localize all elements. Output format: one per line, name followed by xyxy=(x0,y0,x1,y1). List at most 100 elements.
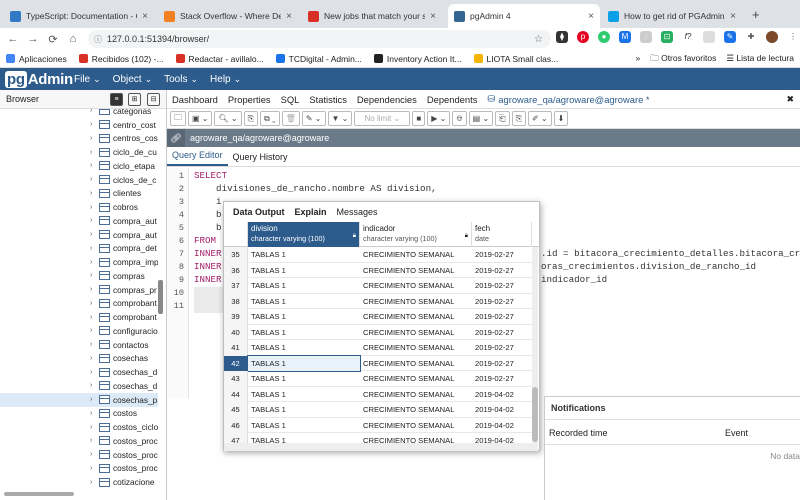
tree-horizontal-scrollbar[interactable] xyxy=(4,492,74,496)
extension-icon[interactable]: ⊡ xyxy=(661,31,673,43)
reload-icon[interactable]: ⟳ xyxy=(44,33,62,46)
cell-fecha[interactable]: 2019-02-27 xyxy=(475,312,531,321)
open-file-icon[interactable]: 🗀 xyxy=(170,111,186,126)
database-icon[interactable]: ≡ xyxy=(110,93,123,106)
tab-query-history[interactable]: Query History xyxy=(228,152,293,166)
cell-indicador[interactable]: CRECIMIENTO SEMANAL xyxy=(363,297,471,306)
extension-icon[interactable] xyxy=(703,31,715,43)
tab-messages[interactable]: Messages xyxy=(332,207,383,217)
tree-item[interactable]: › compra_imp xyxy=(0,255,158,269)
cell-indicador[interactable]: CRECIMIENTO SEMANAL xyxy=(363,405,471,414)
chevron-right-icon[interactable]: › xyxy=(90,369,92,376)
formula-icon[interactable]: f? xyxy=(682,31,694,43)
cell-division[interactable]: TABLAS 1 xyxy=(248,281,360,290)
close-icon[interactable]: × xyxy=(142,11,148,22)
tree-item[interactable]: › clientes xyxy=(0,187,158,201)
cell-indicador[interactable]: CRECIMIENTO SEMANAL xyxy=(363,312,471,321)
tree-item[interactable]: › cobros xyxy=(0,200,158,214)
tree-item[interactable]: › compra_aut xyxy=(0,214,158,228)
chevron-right-icon[interactable]: › xyxy=(90,396,92,403)
table-row[interactable]: 45 TABLAS 1 CRECIMIENTO SEMANAL 2019-04-02 xyxy=(224,402,534,418)
chevron-right-icon[interactable]: › xyxy=(90,300,92,307)
tab-statistics[interactable]: Statistics xyxy=(304,94,352,105)
chevron-right-icon[interactable]: › xyxy=(90,109,92,114)
tree-item[interactable]: › cosechas_d xyxy=(0,379,158,393)
cell-division[interactable]: TABLAS 1 xyxy=(248,297,360,306)
edit-icon[interactable]: ✎ ⌄ xyxy=(301,111,326,126)
bookmark-item[interactable]: Redactar - avillalo... xyxy=(170,54,270,64)
table-row[interactable]: 43 TABLAS 1 CRECIMIENTO SEMANAL 2019-02-27 xyxy=(224,371,534,387)
tab-query-tool[interactable]: ⛁ agroware_qa/agroware@agroware * xyxy=(482,93,654,105)
cell-division[interactable]: TABLAS 1 xyxy=(248,266,360,275)
delete-icon[interactable]: 🗑 xyxy=(281,111,300,126)
table-row[interactable]: 37 TABLAS 1 CRECIMIENTO SEMANAL 2019-02-27 xyxy=(224,278,534,294)
download-icon[interactable]: ⬇ xyxy=(553,111,569,126)
chevron-right-icon[interactable]: › xyxy=(90,465,92,472)
chevron-right-icon[interactable]: › xyxy=(90,204,92,211)
tree-item[interactable]: › compra_aut xyxy=(0,228,158,242)
extension-icon[interactable]: ⧫ xyxy=(556,31,568,43)
close-icon[interactable]: × xyxy=(430,11,436,22)
tree-scrollbar[interactable] xyxy=(158,280,163,314)
table-view-icon[interactable]: ⊞ xyxy=(128,93,141,106)
cell-division[interactable]: TABLAS 1 xyxy=(248,343,360,352)
extension-icon[interactable]: ◌ xyxy=(640,31,652,43)
cell-fecha[interactable]: 2019-04-02 xyxy=(475,405,531,414)
bookmarks-more[interactable]: » xyxy=(635,53,640,67)
tree-item[interactable]: › costos_ciclo xyxy=(0,420,158,434)
chevron-right-icon[interactable]: › xyxy=(90,314,92,321)
cell-indicador[interactable]: CRECIMIENTO SEMANAL xyxy=(363,374,471,383)
tab-dependencies[interactable]: Dependencies xyxy=(352,94,422,105)
extension-icon[interactable]: ✎ xyxy=(724,31,736,43)
chevron-right-icon[interactable]: › xyxy=(90,231,92,238)
chevron-right-icon[interactable]: › xyxy=(90,479,92,486)
tab-query-editor[interactable]: Query Editor xyxy=(167,150,228,166)
tree-item[interactable]: › compras_pr xyxy=(0,283,158,297)
filter-icon[interactable]: ▼ ⌄ xyxy=(327,111,353,126)
tree-item[interactable]: › ciclo_de_cu xyxy=(0,145,158,159)
cell-fecha[interactable]: 2019-04-02 xyxy=(475,390,531,399)
tree-item[interactable]: › configuracio xyxy=(0,324,158,338)
chevron-right-icon[interactable]: › xyxy=(90,149,92,156)
tree-item[interactable]: › costos_proc xyxy=(0,462,158,476)
menu-tools[interactable]: Tools ⌄ xyxy=(164,74,198,85)
cell-division[interactable]: TABLAS 1 xyxy=(248,390,360,399)
tree-item[interactable]: › ciclo_etapa xyxy=(0,159,158,173)
cell-fecha[interactable]: 2019-02-27 xyxy=(475,359,531,368)
cell-fecha[interactable]: 2019-02-27 xyxy=(475,328,531,337)
table-row[interactable]: 42 TABLAS 1 CRECIMIENTO SEMANAL 2019-02-27 xyxy=(224,354,534,372)
browser-tab[interactable]: TypeScript: Documentation - C × xyxy=(4,4,154,28)
cell-division[interactable]: TABLAS 1 xyxy=(248,405,360,414)
cell-fecha[interactable]: 2019-02-27 xyxy=(475,266,531,275)
bookmark-star-icon[interactable]: ☆ xyxy=(534,34,543,45)
column-header-indicador[interactable]: indicador character varying (100) 🔒︎ xyxy=(360,222,472,247)
chevron-right-icon[interactable]: › xyxy=(90,259,92,266)
chevron-right-icon[interactable]: › xyxy=(90,286,92,293)
cell-fecha[interactable]: 2019-02-27 xyxy=(475,297,531,306)
tree-item[interactable]: › centro_cost xyxy=(0,118,158,132)
chevron-right-icon[interactable]: › xyxy=(90,162,92,169)
column-header-division[interactable]: division character varying (100) 🔒︎ xyxy=(248,222,360,247)
cell-division[interactable]: TABLAS 1 xyxy=(248,312,360,321)
menu-object[interactable]: Object ⌄ xyxy=(113,74,152,85)
browser-tab[interactable]: New jobs that match your saved × xyxy=(302,4,442,28)
other-bookmarks[interactable]: 🗀︎ Otros favoritos xyxy=(650,53,716,67)
chevron-right-icon[interactable]: › xyxy=(90,410,92,417)
tab-explain[interactable]: Explain xyxy=(290,207,332,217)
chevron-right-icon[interactable]: › xyxy=(90,190,92,197)
browser-tab[interactable]: Stack Overflow - Where Devel × xyxy=(158,4,298,28)
tab-dashboard[interactable]: Dashboard xyxy=(167,94,223,105)
back-icon[interactable]: ← xyxy=(4,33,22,45)
table-row[interactable]: 35 TABLAS 1 CRECIMIENTO SEMANAL 2019-02-27 xyxy=(224,247,534,263)
grid-scroll-thumb[interactable] xyxy=(532,387,538,442)
copy-icon[interactable]: ⎘ xyxy=(243,111,258,126)
pinterest-icon[interactable]: p xyxy=(577,31,589,43)
table-row[interactable]: 36 TABLAS 1 CRECIMIENTO SEMANAL 2019-02-27 xyxy=(224,262,534,278)
cell-indicador[interactable]: CRECIMIENTO SEMANAL xyxy=(363,281,471,290)
chevron-right-icon[interactable]: › xyxy=(90,176,92,183)
cell-indicador[interactable]: CRECIMIENTO SEMANAL xyxy=(363,250,471,259)
cell-indicador[interactable]: CRECIMIENTO SEMANAL xyxy=(363,421,471,430)
cell-division[interactable]: TABLAS 1 xyxy=(247,354,361,372)
tree-item[interactable]: › contactos xyxy=(0,338,158,352)
tree-item[interactable]: › compras xyxy=(0,269,158,283)
